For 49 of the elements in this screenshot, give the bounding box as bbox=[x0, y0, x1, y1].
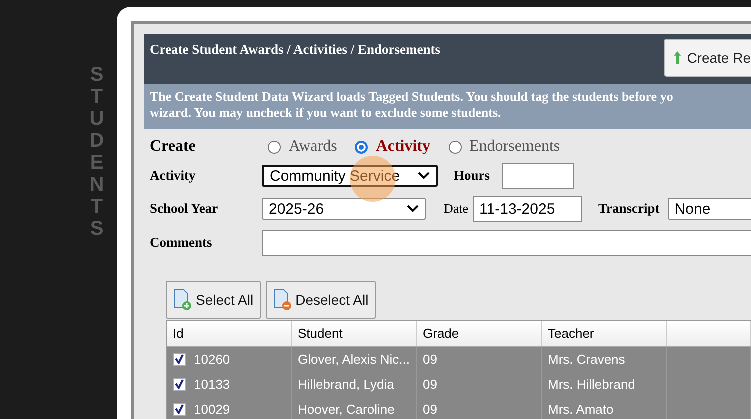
activity-label: Activity bbox=[150, 168, 197, 184]
school-year-label: School Year bbox=[150, 201, 220, 217]
chevron-down-icon bbox=[407, 205, 419, 213]
table-cell: Mrs. Hillebrand bbox=[542, 372, 667, 397]
create-label: Create bbox=[150, 138, 197, 156]
up-arrow-icon bbox=[674, 49, 682, 67]
table-cell: Mrs. Amato bbox=[542, 397, 667, 419]
dialog-title: Create Student Awards / Activities / Endorsements bbox=[150, 42, 440, 58]
hours-field[interactable] bbox=[502, 163, 574, 189]
toolbar-button[interactable]: Select All bbox=[166, 281, 261, 319]
info-text: The Create Student Data Wizard loads Tagged Students. You should tag the students before yo bbox=[150, 89, 674, 105]
radio-option[interactable]: Awards bbox=[268, 138, 338, 156]
table-cell: 10133 bbox=[194, 377, 230, 392]
table-cell: 10029 bbox=[194, 402, 230, 417]
create-button[interactable]: Create Re bbox=[664, 39, 751, 77]
table-cell: Hoover, Caroline bbox=[292, 397, 417, 419]
transcript-select[interactable]: None bbox=[668, 198, 751, 220]
radio-option[interactable]: Activity bbox=[355, 138, 430, 156]
table-cell: Mrs. Cravens bbox=[542, 347, 667, 372]
date-field[interactable]: 11-13-2025 bbox=[472, 196, 582, 222]
school-year-select[interactable]: 2025-26 bbox=[262, 198, 426, 220]
table-cell: 09 bbox=[417, 372, 542, 397]
table-cell: Glover, Alexis Nic... bbox=[292, 347, 417, 372]
row-checkbox[interactable] bbox=[173, 353, 186, 366]
hours-label: Hours bbox=[454, 168, 490, 184]
column-header[interactable]: Teacher bbox=[542, 321, 667, 346]
sidebar-label: STUDENTS bbox=[88, 64, 106, 240]
add-document-icon bbox=[173, 289, 193, 311]
radio-option[interactable]: Endorsements bbox=[448, 138, 560, 156]
chevron-down-icon bbox=[418, 172, 430, 180]
comments-label: Comments bbox=[150, 235, 214, 251]
date-label: Date bbox=[444, 201, 469, 217]
radio-icon[interactable] bbox=[448, 140, 462, 154]
row-checkbox[interactable] bbox=[173, 403, 186, 416]
info-text: wizard. You may uncheck if you want to exclude some students. bbox=[150, 105, 502, 121]
column-header[interactable]: Id bbox=[167, 321, 292, 346]
table-cell: Hillebrand, Lydia bbox=[292, 372, 417, 397]
radio-icon[interactable] bbox=[355, 140, 368, 154]
column-header[interactable]: Student bbox=[292, 321, 417, 346]
table-cell: 10260 bbox=[194, 352, 230, 367]
activity-select[interactable]: Community Service bbox=[262, 165, 438, 187]
radio-icon[interactable] bbox=[268, 140, 281, 154]
table-cell: 09 bbox=[417, 397, 542, 419]
column-header[interactable]: Grade bbox=[417, 321, 542, 346]
row-checkbox[interactable] bbox=[173, 378, 186, 391]
toolbar-button[interactable]: Deselect All bbox=[266, 281, 376, 319]
remove-document-icon bbox=[272, 289, 293, 311]
transcript-label: Transcript bbox=[598, 201, 660, 217]
table-cell: 09 bbox=[417, 347, 542, 372]
